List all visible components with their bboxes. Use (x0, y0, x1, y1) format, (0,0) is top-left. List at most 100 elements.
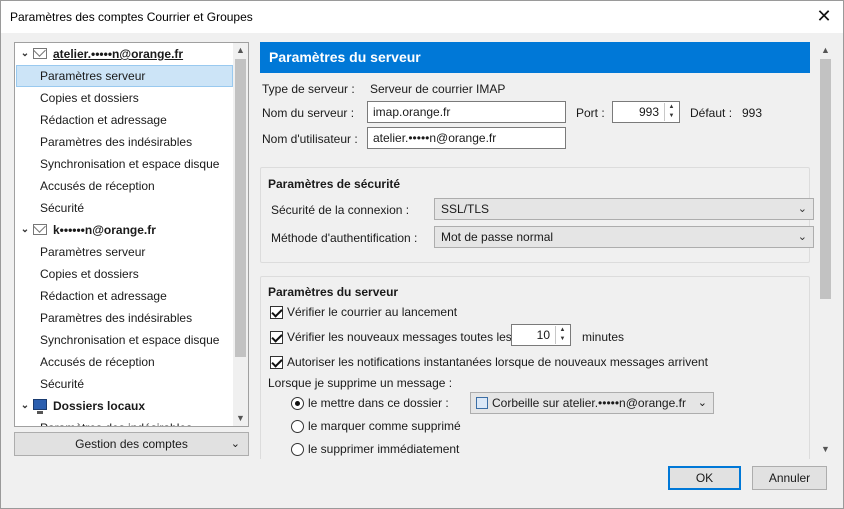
server-name-label: Nom du serveur : (262, 106, 355, 120)
tree-settings-item[interactable]: Rédaction et adressage (15, 109, 234, 131)
title-bar: Paramètres des comptes Courrier et Group… (1, 1, 843, 33)
port-stepper-arrows[interactable]: ▲ ▼ (664, 103, 678, 121)
tree-item-label: k••••••n@orange.fr (53, 223, 156, 237)
push-notifications-label[interactable]: Autoriser les notifications instantanées… (287, 355, 708, 369)
stepper-up-icon[interactable]: ▲ (665, 103, 678, 112)
server-group: Paramètres du serveur Vérifier le courri… (260, 276, 810, 459)
scroll-up-icon[interactable]: ▲ (233, 43, 248, 58)
tree-settings-item[interactable]: Synchronisation et espace disque (15, 329, 234, 351)
tree-scrollbar[interactable]: ▲ ▼ (233, 43, 248, 426)
page-title: Paramètres du serveur (260, 42, 810, 73)
chevron-down-icon[interactable]: ⌄ (19, 395, 31, 417)
account-settings-dialog: Paramètres des comptes Courrier et Group… (0, 0, 844, 509)
tree-item-label: Paramètres des indésirables (40, 311, 193, 325)
default-port-label: Défaut : (690, 106, 733, 120)
account-tree-rows: ⌄ atelier.•••••n@orange.fr Paramètres serv… (15, 43, 234, 426)
tree-item-label: Synchronisation et espace disque (40, 333, 220, 347)
tree-settings-item[interactable]: Synchronisation et espace disque (15, 153, 234, 175)
chevron-down-icon: ⌄ (797, 231, 807, 243)
scroll-up-icon[interactable]: ▲ (818, 43, 833, 58)
check-every-checkbox[interactable] (270, 331, 283, 344)
connection-security-label: Sécurité de la connexion : (271, 203, 410, 217)
trash-folder-value: Corbeille sur atelier.•••••n@orange.fr (492, 396, 686, 410)
chevron-down-icon: ⌄ (697, 397, 707, 409)
tree-item-label: Paramètres serveur (40, 245, 146, 259)
port-label: Port : (576, 106, 605, 120)
scroll-down-icon[interactable]: ▼ (818, 442, 833, 457)
envelope-icon (33, 48, 47, 59)
auth-method-select[interactable]: Mot de passe normal ⌄ (434, 226, 814, 248)
tree-item-label: atelier.•••••n@orange.fr (53, 47, 184, 61)
tree-settings-item[interactable]: Paramètres serveur (15, 241, 234, 263)
server-type-label: Type de serveur : (262, 82, 355, 96)
username-label: Nom d'utilisateur : (262, 132, 358, 146)
port-value: 993 (638, 105, 659, 119)
stepper-down-icon[interactable]: ▼ (665, 112, 678, 121)
stepper-up-icon[interactable]: ▲ (556, 326, 569, 335)
account-actions-button[interactable]: Gestion des comptes ⌄ (14, 432, 249, 456)
cancel-button[interactable]: Annuler (752, 466, 827, 490)
trash-folder-select[interactable]: Corbeille sur atelier.•••••n@orange.fr ⌄ (470, 392, 714, 414)
tree-settings-item[interactable]: Sécurité (15, 197, 234, 219)
push-notifications-checkbox[interactable] (270, 356, 283, 369)
tree-item-label: Dossiers locaux (53, 399, 146, 413)
delete-now-label[interactable]: le supprimer immédiatement (308, 442, 459, 456)
check-interval-arrows[interactable]: ▲ ▼ (555, 326, 569, 344)
chevron-down-icon[interactable]: ⌄ (19, 43, 31, 65)
close-icon[interactable]: ✕ (813, 5, 835, 27)
panel-scroll-thumb[interactable] (820, 59, 831, 299)
tree-settings-item[interactable]: Accusés de réception (15, 175, 234, 197)
server-group-title: Paramètres du serveur (268, 285, 399, 299)
mark-deleted-radio[interactable] (291, 420, 304, 433)
tree-settings-item[interactable]: Paramètres serveur (15, 65, 234, 87)
envelope-icon (33, 224, 47, 235)
chevron-down-icon[interactable]: ⌄ (19, 219, 31, 241)
tree-scroll-thumb[interactable] (235, 59, 246, 357)
security-group: Paramètres de sécurité Sécurité de la co… (260, 167, 814, 263)
check-startup-label[interactable]: Vérifier le courrier au lancement (287, 305, 457, 319)
on-delete-label: Lorsque je supprime un message : (268, 376, 453, 390)
scroll-down-icon[interactable]: ▼ (233, 411, 248, 426)
tree-settings-item[interactable]: Sécurité (15, 373, 234, 395)
username-field[interactable]: atelier.•••••n@orange.fr (367, 127, 566, 149)
tree-settings-item[interactable]: Accusés de réception (15, 351, 234, 373)
tree-account-item[interactable]: ⌄ k••••••n@orange.fr (15, 219, 234, 241)
tree-settings-item[interactable]: Copies et dossiers (15, 87, 234, 109)
ok-button[interactable]: OK (668, 466, 741, 490)
tree-item-label: Rédaction et adressage (40, 113, 167, 127)
tree-item-label: Synchronisation et espace disque (40, 157, 220, 171)
panel-scrollbar[interactable]: ▲ ▼ (818, 41, 833, 459)
tree-settings-item[interactable]: Rédaction et adressage (15, 285, 234, 307)
tree-item-label: Paramètres serveur (40, 69, 146, 83)
delete-now-radio[interactable] (291, 443, 304, 456)
check-interval-stepper[interactable]: 10 ▲ ▼ (511, 324, 571, 346)
stepper-down-icon[interactable]: ▼ (556, 335, 569, 344)
tree-settings-item[interactable]: Paramètres des indésirables (15, 307, 234, 329)
tree-settings-item[interactable]: Paramètres des indésirables (15, 417, 234, 426)
connection-security-select[interactable]: SSL/TLS ⌄ (434, 198, 814, 220)
check-startup-checkbox[interactable] (270, 306, 283, 319)
check-every-label[interactable]: Vérifier les nouveaux messages toutes le… (287, 330, 512, 344)
tree-settings-item[interactable]: Paramètres des indésirables (15, 131, 234, 153)
chevron-down-icon: ⌄ (230, 438, 240, 450)
chevron-down-icon: ⌄ (797, 203, 807, 215)
tree-item-label: Sécurité (40, 377, 85, 391)
tree-item-label: Accusés de réception (40, 179, 155, 193)
move-to-folder-radio[interactable] (291, 397, 304, 410)
move-to-folder-label[interactable]: le mettre dans ce dossier : (308, 396, 449, 410)
auth-method-label: Méthode d'authentification : (271, 231, 418, 245)
auth-method-value: Mot de passe normal (441, 230, 554, 244)
port-stepper[interactable]: 993 ▲ ▼ (612, 101, 680, 123)
server-name-field[interactable]: imap.orange.fr (367, 101, 566, 123)
tree-account-item[interactable]: ⌄ atelier.•••••n@orange.fr (15, 43, 234, 65)
window-title: Paramètres des comptes Courrier et Group… (10, 10, 253, 24)
tree-settings-item[interactable]: Copies et dossiers (15, 263, 234, 285)
account-tree[interactable]: ⌄ atelier.•••••n@orange.fr Paramètres serv… (14, 42, 249, 427)
server-settings-panel: Paramètres du serveur Type de serveur : … (258, 41, 833, 459)
mark-deleted-label[interactable]: le marquer comme supprimé (308, 419, 461, 433)
tree-account-item[interactable]: ⌄ Dossiers locaux (15, 395, 234, 417)
security-group-title: Paramètres de sécurité (268, 177, 401, 191)
tree-item-label: Accusés de réception (40, 355, 155, 369)
tree-item-label: Rédaction et adressage (40, 289, 167, 303)
minutes-label: minutes (582, 330, 625, 344)
